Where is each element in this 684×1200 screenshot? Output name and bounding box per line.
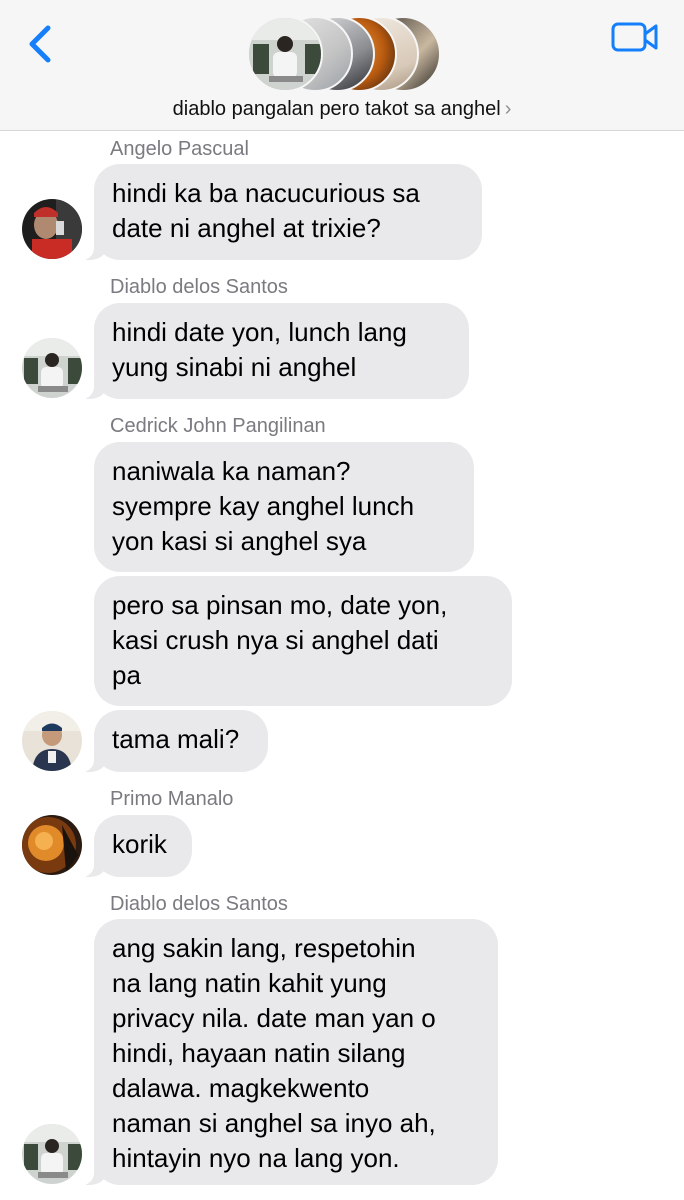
- avatar[interactable]: [22, 338, 82, 398]
- chevron-left-icon: [29, 25, 51, 63]
- message-bubble[interactable]: hindi ka ba nacucurious sa date ni anghe…: [82, 164, 482, 260]
- back-button[interactable]: [24, 22, 60, 66]
- group-avatar-stack[interactable]: [247, 16, 441, 92]
- message-bubble[interactable]: tama mali?: [82, 710, 268, 772]
- avatar[interactable]: [22, 711, 82, 771]
- sender-name: Angelo Pascual: [110, 138, 249, 160]
- group-name-label: diablo pangalan pero takot sa anghel: [172, 98, 501, 120]
- avatar[interactable]: [22, 815, 82, 875]
- group-name[interactable]: diablo pangalan pero takot sa anghel ›: [0, 98, 684, 121]
- avatar[interactable]: [22, 1124, 82, 1184]
- chevron-right-icon: ›: [504, 98, 512, 120]
- message-bubble[interactable]: korik: [82, 815, 192, 877]
- message-bubble[interactable]: ang sakin lang, respetohin na lang natin…: [82, 919, 498, 1185]
- sender-name: Cedrick John Pangilinan: [110, 415, 326, 437]
- video-call-button[interactable]: [610, 20, 660, 56]
- conversation-header: diablo pangalan pero takot sa anghel ›: [0, 0, 684, 131]
- message-bubble[interactable]: naniwala ka naman? syempre kay anghel lu…: [94, 442, 474, 572]
- avatar[interactable]: [22, 199, 82, 259]
- sender-name: Primo Manalo: [110, 788, 234, 810]
- message-bubble[interactable]: hindi date yon, lunch lang yung sinabi n…: [82, 303, 469, 399]
- sender-name: Diablo delos Santos: [110, 893, 288, 915]
- group-member-avatar: [247, 16, 323, 92]
- message-bubble[interactable]: pero sa pinsan mo, date yon, kasi crush …: [94, 576, 512, 706]
- video-camera-icon: [611, 22, 658, 52]
- sender-name: Diablo delos Santos: [110, 276, 288, 298]
